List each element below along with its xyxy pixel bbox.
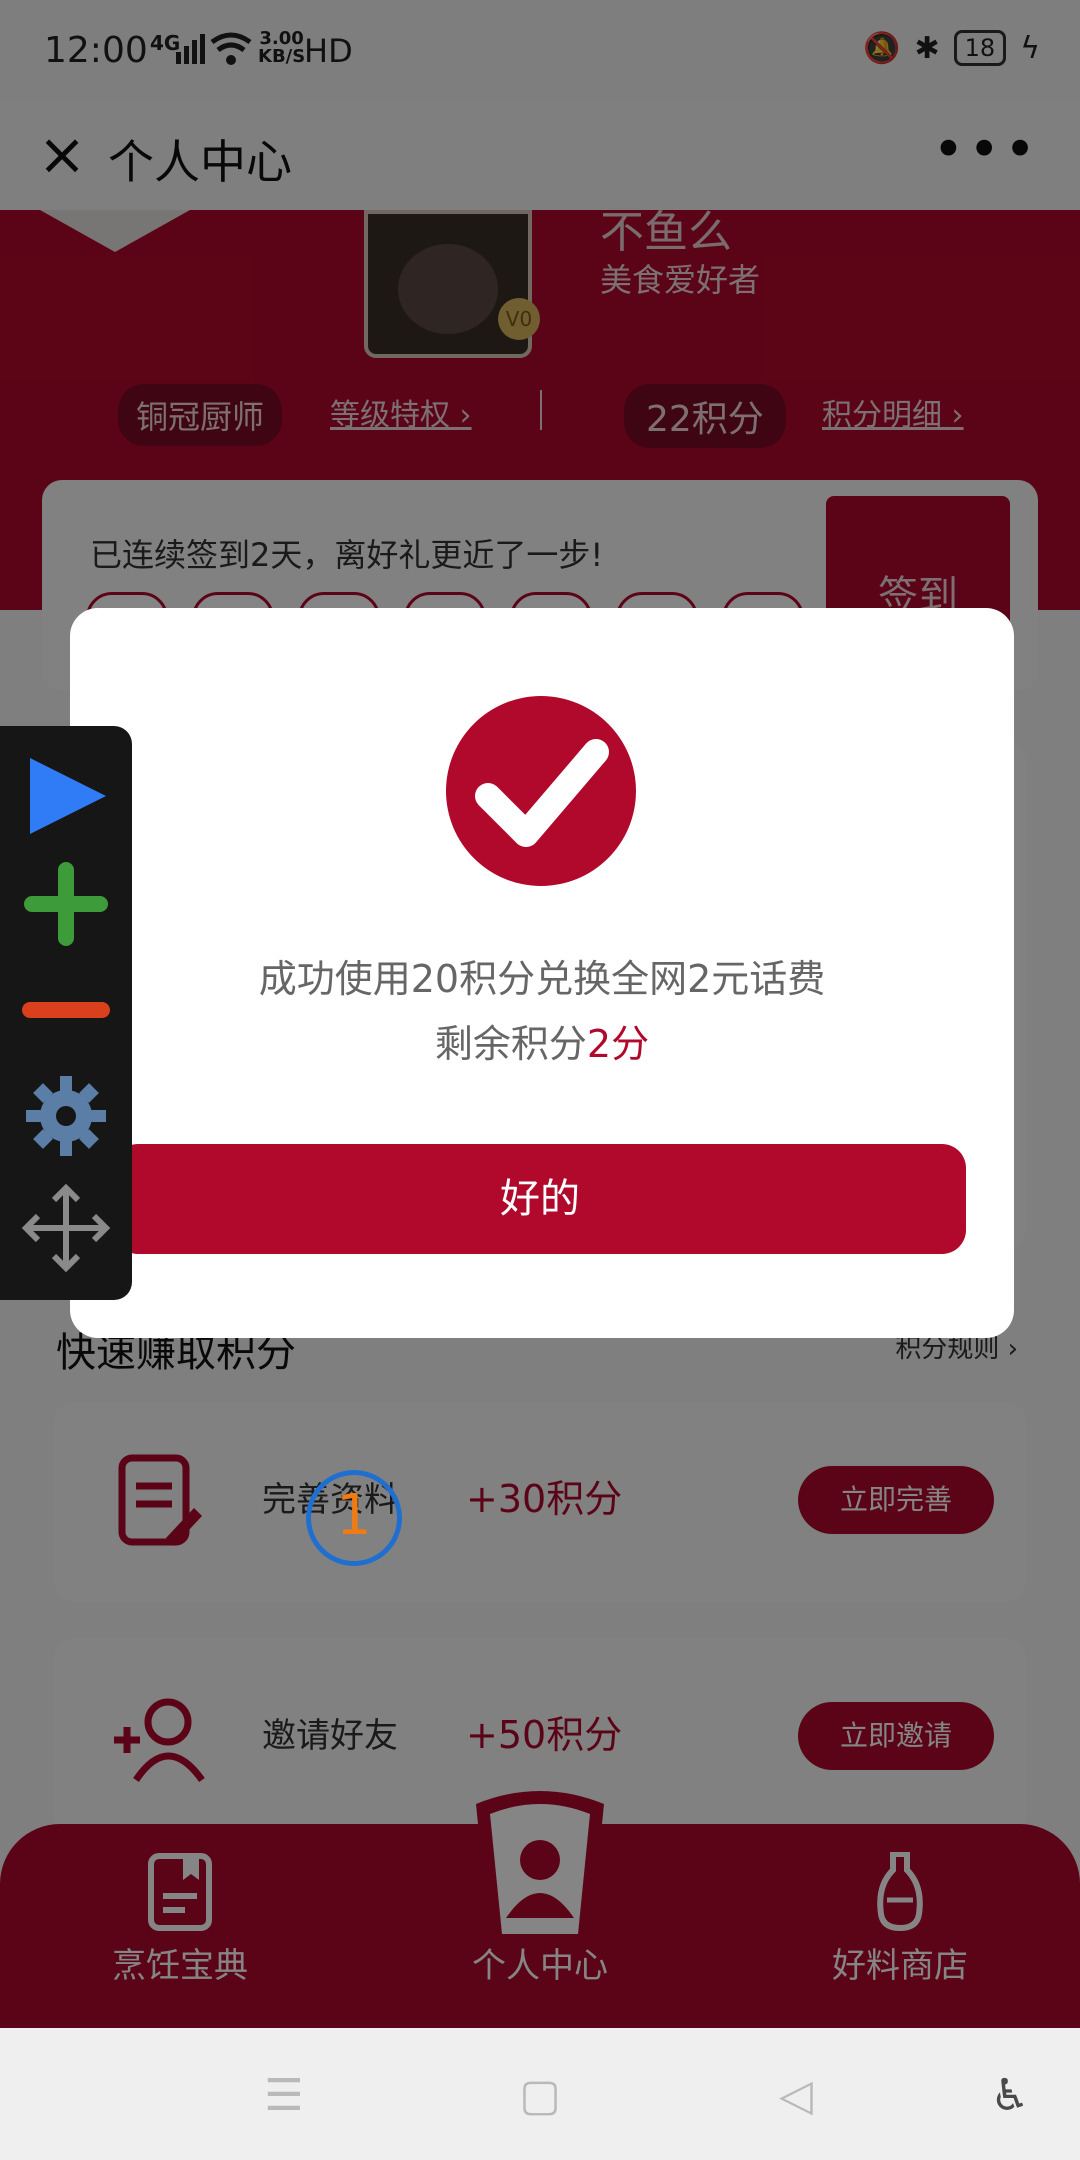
floating-tool-panel <box>0 726 132 1300</box>
minus-icon[interactable] <box>16 962 116 1062</box>
gear-icon[interactable] <box>16 1066 116 1166</box>
checkmark-icon <box>446 696 636 886</box>
remaining-points: 剩余积分2分 <box>70 1013 1014 1068</box>
play-icon[interactable] <box>16 746 116 846</box>
remaining-points-label: 剩余积分 <box>434 1022 587 1066</box>
home-icon[interactable]: ▢ <box>510 2070 570 2121</box>
success-message: 成功使用20积分兑换全网2元话费 <box>258 957 826 1001</box>
move-icon[interactable] <box>16 1178 116 1278</box>
accessibility-icon[interactable]: ♿ <box>980 2070 1040 2121</box>
ok-button[interactable]: 好的 <box>114 1144 966 1254</box>
remaining-points-value: 2分 <box>586 1022 650 1066</box>
plus-icon[interactable] <box>16 854 116 954</box>
system-nav-bar: ☰ ▢ ◁ ♿ <box>0 2028 1080 2160</box>
tap-indicator: 1 <box>306 1470 402 1566</box>
menu-icon[interactable]: ☰ <box>254 2070 314 2121</box>
back-icon[interactable]: ◁ <box>766 2070 826 2121</box>
success-modal: 成功使用20积分兑换全网2元话费 剩余积分2分 好的 <box>70 608 1014 1338</box>
tap-number: 1 <box>336 1483 372 1548</box>
